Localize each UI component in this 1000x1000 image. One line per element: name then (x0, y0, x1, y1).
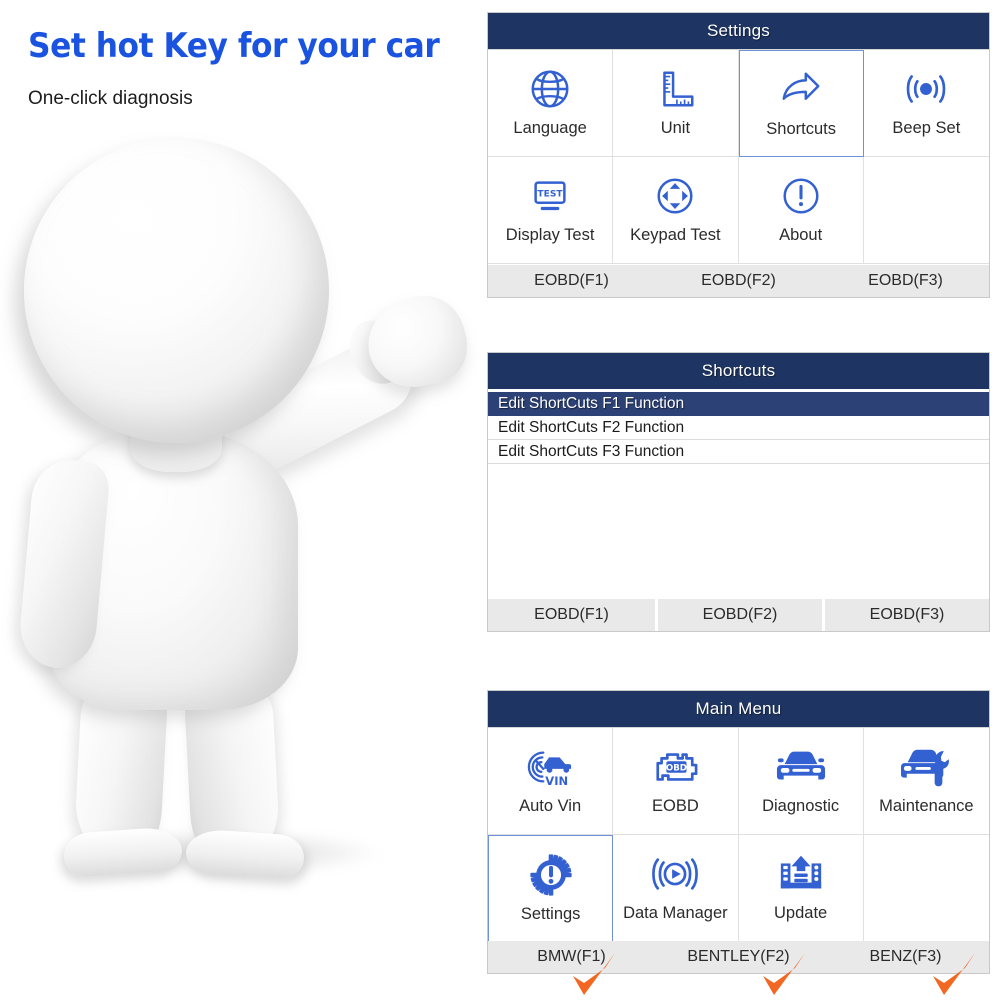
menu-item-empty (863, 157, 989, 264)
menu-item-label: EOBD (651, 797, 699, 815)
menu-item-label: Language (513, 119, 587, 137)
fkey-f3[interactable]: EOBD(F3) (822, 599, 989, 631)
page-root: Set hot Key for your car One-click diagn… (0, 0, 1000, 1000)
menu-item-data-manager[interactable]: Data Manager (613, 835, 739, 942)
menu-item-display-test[interactable]: TEST Display Test (488, 157, 614, 264)
shortcuts-list: Edit ShortCuts F1 Function Edit ShortCut… (488, 389, 989, 596)
mascot-3d-figure (0, 130, 480, 990)
mascot-left-foot (62, 825, 184, 879)
menu-item-label: Unit (660, 119, 691, 137)
menu-item-language[interactable]: Language (488, 50, 614, 157)
menu-item-label: Settings (520, 905, 581, 923)
menu-item-unit[interactable]: Unit (613, 50, 739, 157)
gear-alert-icon (528, 848, 574, 902)
fkey-f2[interactable]: EOBD(F2) (655, 265, 822, 297)
menu-item-label: Auto Vin (519, 797, 582, 815)
panel-title-shortcuts: Shortcuts (488, 353, 989, 389)
menu-item-keypad-test[interactable]: Keypad Test (613, 157, 739, 264)
list-item[interactable]: Edit ShortCuts F1 Function (488, 392, 989, 416)
function-key-bar-settings: EOBD(F1) EOBD(F2) EOBD(F3) (488, 265, 989, 297)
menu-item-label: About (779, 226, 823, 244)
function-key-bar-shortcuts: EOBD(F1) EOBD(F2) EOBD(F3) (488, 599, 989, 631)
main-menu-icon-grid: VIN Auto Vin OBD EOBD Diagnostic Mainten… (488, 727, 989, 942)
menu-item-about[interactable]: About (738, 157, 864, 264)
svg-text:OBD: OBD (666, 763, 687, 773)
device-screen-main-menu: Main Menu VIN Auto Vin OBD EOBD Diagnost… (487, 690, 990, 974)
beep-wave-icon (903, 62, 949, 116)
play-rings-icon (651, 847, 699, 901)
svg-text:VIN: VIN (545, 774, 568, 788)
menu-item-settings[interactable]: Settings (488, 835, 614, 942)
list-item[interactable]: Edit ShortCuts F2 Function (488, 416, 989, 440)
check-arrow-f1-icon (570, 952, 618, 998)
svg-text:TEST: TEST (538, 189, 564, 199)
menu-item-diagnostic[interactable]: Diagnostic (738, 728, 864, 835)
device-screen-shortcuts: Shortcuts Edit ShortCuts F1 Function Edi… (487, 352, 990, 632)
mascot-right-foot (184, 827, 306, 881)
menu-item-update[interactable]: Update (738, 835, 864, 942)
monitor-test-icon: TEST (527, 169, 573, 223)
settings-icon-grid: Language Unit Shortcuts Beep Set TEST Di… (488, 49, 989, 264)
menu-item-auto-vin[interactable]: VIN Auto Vin (488, 728, 614, 835)
menu-item-maintenance[interactable]: Maintenance (863, 728, 989, 835)
menu-item-label: Beep Set (892, 119, 961, 137)
page-title: Set hot Key for your car (28, 26, 440, 66)
check-arrow-f3-icon (930, 952, 978, 998)
list-item[interactable]: Edit ShortCuts F3 Function (488, 440, 989, 464)
function-key-bar-main-menu: BMW(F1) BENTLEY(F2) BENZ(F3) (488, 941, 989, 973)
ruler-icon (652, 62, 698, 116)
car-wrench-icon (901, 740, 951, 794)
panel-title-main-menu: Main Menu (488, 691, 989, 727)
page-subtitle: One-click diagnosis (28, 88, 193, 109)
menu-item-label: Keypad Test (630, 226, 721, 244)
panel-title-settings: Settings (488, 13, 989, 49)
check-arrow-f2-icon (760, 952, 808, 998)
upload-film-icon (777, 847, 825, 901)
menu-item-label: Maintenance (879, 797, 974, 815)
menu-item-beep-set[interactable]: Beep Set (863, 50, 989, 157)
menu-item-eobd[interactable]: OBD EOBD (613, 728, 739, 835)
obd-engine-icon: OBD (651, 740, 699, 794)
fkey-f1[interactable]: EOBD(F1) (488, 265, 655, 297)
globe-icon (527, 62, 573, 116)
menu-item-empty (863, 835, 989, 942)
device-screen-settings: Settings Language Unit Shortcuts Beep Se… (487, 12, 990, 298)
dpad-circle-icon (652, 169, 698, 223)
fkey-f2[interactable]: EOBD(F2) (655, 599, 822, 631)
menu-item-shortcuts[interactable]: Shortcuts (738, 50, 864, 157)
info-circle-icon (778, 169, 824, 223)
car-front-icon (776, 740, 826, 794)
menu-item-label: Shortcuts (766, 120, 836, 138)
menu-item-label: Display Test (505, 226, 595, 244)
menu-item-label: Diagnostic (762, 797, 840, 815)
menu-item-label: Update (774, 904, 828, 922)
share-arrow-icon (778, 63, 824, 117)
fkey-f1[interactable]: EOBD(F1) (488, 599, 655, 631)
fkey-f3[interactable]: EOBD(F3) (822, 265, 989, 297)
auto-vin-icon: VIN (525, 740, 575, 794)
menu-item-label: Data Manager (623, 904, 728, 922)
mascot-head (24, 138, 329, 443)
